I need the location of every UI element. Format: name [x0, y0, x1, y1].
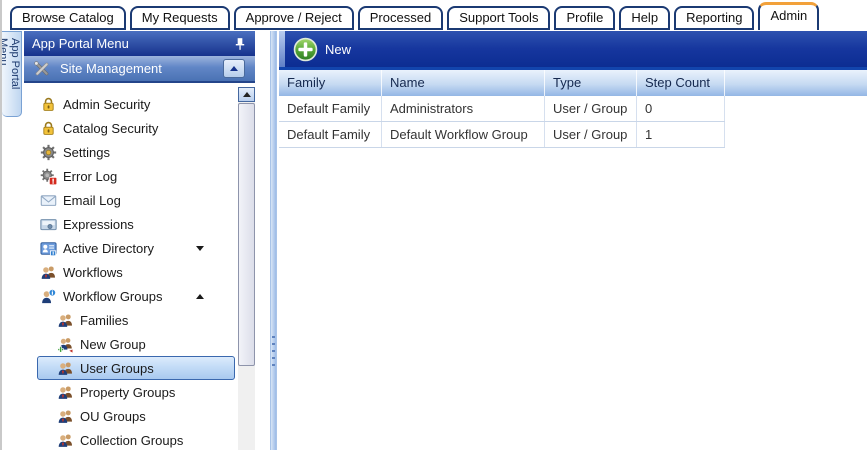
sidebar-item-label: Families — [80, 313, 128, 328]
sidebar-item-label: Error Log — [63, 169, 117, 184]
splitter-band — [270, 31, 277, 450]
tab-admin[interactable]: Admin — [758, 2, 819, 30]
column-header-name[interactable]: Name — [382, 70, 545, 96]
grid-header: Family Name Type Step Count — [279, 70, 867, 96]
table-row[interactable]: Default Family Administrators User / Gro… — [279, 96, 725, 122]
column-header-filler — [725, 70, 867, 96]
sidebar-item-workflows[interactable]: Workflows — [24, 260, 238, 284]
scrollbar-thumb[interactable] — [238, 103, 255, 366]
people-icon — [40, 264, 57, 281]
tab-help[interactable]: Help — [619, 6, 670, 30]
main-toolbar: New — [279, 31, 867, 67]
section-title: Site Management — [60, 61, 223, 76]
sidebar-item-new-group[interactable]: New Group — [24, 332, 238, 356]
sidebar-item-label: Collection Groups — [80, 433, 183, 448]
tools-icon — [32, 59, 52, 79]
directory-card-icon — [40, 240, 57, 257]
person-info-icon — [40, 288, 57, 305]
plus-circle-icon — [293, 37, 318, 62]
cell-type[interactable]: User / Group — [545, 96, 637, 121]
chevron-up-icon[interactable] — [196, 294, 204, 299]
sidebar-scrollbar[interactable] — [238, 87, 255, 450]
sidebar-item-label: Settings — [63, 145, 110, 160]
tab-approve-reject[interactable]: Approve / Reject — [234, 6, 354, 30]
people-icon — [57, 384, 74, 401]
table-row[interactable]: Default Family Default Workflow Group Us… — [279, 122, 725, 148]
sidebar-item-property-groups[interactable]: Property Groups — [24, 380, 238, 404]
sidebar-item-label: Property Groups — [80, 385, 175, 400]
tab-browse-catalog[interactable]: Browse Catalog — [10, 6, 126, 30]
sidebar-item-catalog-security[interactable]: Catalog Security — [24, 116, 238, 140]
sidebar-item-expressions[interactable]: Expressions — [24, 212, 238, 236]
sidebar-item-workflow-groups[interactable]: Workflow Groups — [24, 284, 238, 308]
people-icon — [57, 312, 74, 329]
sidebar-item-ou-groups[interactable]: OU Groups — [24, 404, 238, 428]
column-header-family[interactable]: Family — [279, 70, 382, 96]
column-header-type[interactable]: Type — [545, 70, 637, 96]
main-content: New Family Name Type Step Count Default … — [279, 31, 867, 450]
sidebar-item-label: New Group — [80, 337, 146, 352]
people-add-icon — [57, 336, 74, 353]
cell-name[interactable]: Default Workflow Group — [382, 122, 545, 147]
sidebar-item-settings[interactable]: Settings — [24, 140, 238, 164]
section-collapse-button[interactable] — [223, 59, 245, 78]
people-icon — [57, 408, 74, 425]
cell-step-count[interactable]: 0 — [637, 96, 725, 121]
toolbar-grip-icon — [279, 31, 285, 67]
sidebar-item-list: Admin Security Catalog Security Settings… — [24, 83, 255, 450]
scroll-up-button[interactable] — [238, 87, 255, 102]
tab-reporting[interactable]: Reporting — [674, 6, 754, 30]
sidebar-item-label: Admin Security — [63, 97, 150, 112]
sidebar-item-label: Workflows — [63, 265, 123, 280]
gear-error-icon — [40, 168, 57, 185]
app-portal-menu-vertical-tab[interactable]: App Portal Menu — [2, 31, 22, 117]
people-icon — [57, 360, 74, 377]
sidebar-item-error-log[interactable]: Error Log — [24, 164, 238, 188]
envelope-icon — [40, 192, 57, 209]
splitter-grip-icon — [272, 336, 275, 369]
sidebar-item-label: Catalog Security — [63, 121, 158, 136]
cell-name[interactable]: Administrators — [382, 96, 545, 121]
sidebar-header: App Portal Menu — [24, 31, 255, 56]
chevron-down-icon[interactable] — [196, 246, 204, 251]
tab-processed[interactable]: Processed — [358, 6, 443, 30]
sidebar-item-label: OU Groups — [80, 409, 146, 424]
panel-splitter[interactable] — [267, 31, 279, 450]
new-button-label: New — [325, 42, 351, 57]
cell-step-count[interactable]: 1 — [637, 122, 725, 147]
sidebar-item-collection-groups[interactable]: Collection Groups — [24, 428, 238, 450]
tab-profile[interactable]: Profile — [554, 6, 615, 30]
sidebar-item-families[interactable]: Families — [24, 308, 238, 332]
sidebar-item-label: Active Directory — [63, 241, 154, 256]
cell-type[interactable]: User / Group — [545, 122, 637, 147]
people-icon — [57, 432, 74, 449]
top-tab-bar: Browse Catalog My Requests Approve / Rej… — [2, 0, 867, 30]
tab-support-tools[interactable]: Support Tools — [447, 6, 550, 30]
sidebar-item-admin-security[interactable]: Admin Security — [24, 92, 238, 116]
lock-icon — [40, 96, 57, 113]
gear-icon — [40, 144, 57, 161]
sidebar-title: App Portal Menu — [32, 36, 233, 51]
cell-family[interactable]: Default Family — [279, 96, 382, 121]
column-header-step-count[interactable]: Step Count — [637, 70, 725, 96]
sidebar-item-label: Workflow Groups — [63, 289, 162, 304]
sidebar-item-email-log[interactable]: Email Log — [24, 188, 238, 212]
sidebar: App Portal Menu Site Management Admin Se… — [24, 31, 255, 450]
lock-icon — [40, 120, 57, 137]
section-site-management[interactable]: Site Management — [24, 56, 255, 83]
tab-my-requests[interactable]: My Requests — [130, 6, 230, 30]
up-arrow-icon — [243, 92, 251, 97]
sidebar-item-active-directory[interactable]: Active Directory — [24, 236, 238, 260]
sidebar-item-user-groups[interactable]: User Groups — [37, 356, 235, 380]
up-arrow-icon — [230, 66, 238, 71]
sidebar-item-label: User Groups — [80, 361, 154, 376]
expressions-icon — [40, 216, 57, 233]
new-button[interactable]: New — [293, 37, 351, 62]
sidebar-item-label: Email Log — [63, 193, 121, 208]
pin-icon[interactable] — [233, 37, 247, 51]
sidebar-item-label: Expressions — [63, 217, 134, 232]
app-portal-window: Browse Catalog My Requests Approve / Rej… — [0, 0, 867, 450]
cell-family[interactable]: Default Family — [279, 122, 382, 147]
